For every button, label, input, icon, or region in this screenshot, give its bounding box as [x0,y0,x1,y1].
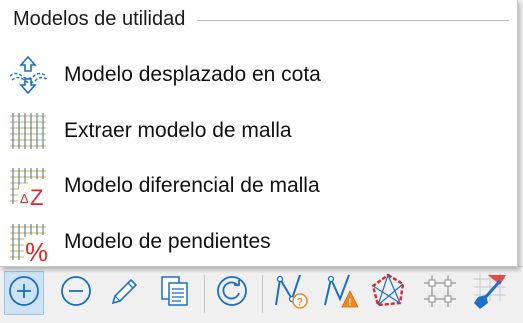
polyline-check-button[interactable]: ? [270,271,310,315]
menu-item-label: Modelo diferencial de malla [64,174,320,197]
triangulation-button[interactable] [368,271,408,315]
grid-delta-z-icon: Δ Z [6,165,50,207]
svg-text:%: % [25,237,48,263]
document-copy-icon [157,274,191,313]
menu-item-label: Modelo desplazado en cota [64,63,321,86]
grid-points-button[interactable] [420,271,460,315]
refresh-icon [215,274,249,313]
menu-header: Modelos de utilidad [13,4,509,34]
zoom-out-button[interactable] [56,271,96,315]
menu-item-slope-model[interactable]: % Modelo de pendientes [4,218,511,266]
grid-icon [6,110,50,152]
zoom-in-button[interactable] [4,271,44,315]
menu-item-label: Modelo de pendientes [64,230,271,253]
header-separator [197,19,509,21]
menu-item-extract-grid[interactable]: Extraer modelo de malla [4,107,511,155]
toolbar-separator [262,275,263,313]
menu-item-differential-grid[interactable]: Δ Z Modelo diferencial de malla [4,162,511,210]
polyline-warning-button[interactable]: ! [320,271,360,315]
refresh-button[interactable] [212,271,252,315]
svg-text:Δ: Δ [20,191,29,206]
zoom-in-icon [7,274,41,313]
triangulation-icon [368,271,408,316]
polyline-warning-icon: ! [320,271,360,316]
zoom-out-icon [59,274,93,313]
grid-percent-icon: % [6,221,50,263]
excavation-button[interactable] [470,271,510,315]
vertical-offset-icon [6,54,50,96]
excavation-icon [470,271,510,316]
grid-points-icon [420,271,460,316]
menu-title: Modelos de utilidad [13,7,186,30]
svg-text:?: ? [297,296,304,308]
svg-text:!: ! [348,297,351,308]
copy-button[interactable] [154,271,194,315]
pencil-icon [107,274,141,313]
edit-button[interactable] [104,271,144,315]
menu-item-label: Extraer modelo de malla [64,119,292,142]
toolbar-separator [204,275,205,313]
polyline-question-icon: ? [270,271,310,316]
svg-text:Z: Z [30,185,43,207]
menu-item-displaced-model[interactable]: Modelo desplazado en cota [4,51,511,99]
utility-models-menu: Modelos de utilidad Modelo desplazado en… [0,0,518,267]
bottom-toolbar: ? ! [0,266,523,323]
